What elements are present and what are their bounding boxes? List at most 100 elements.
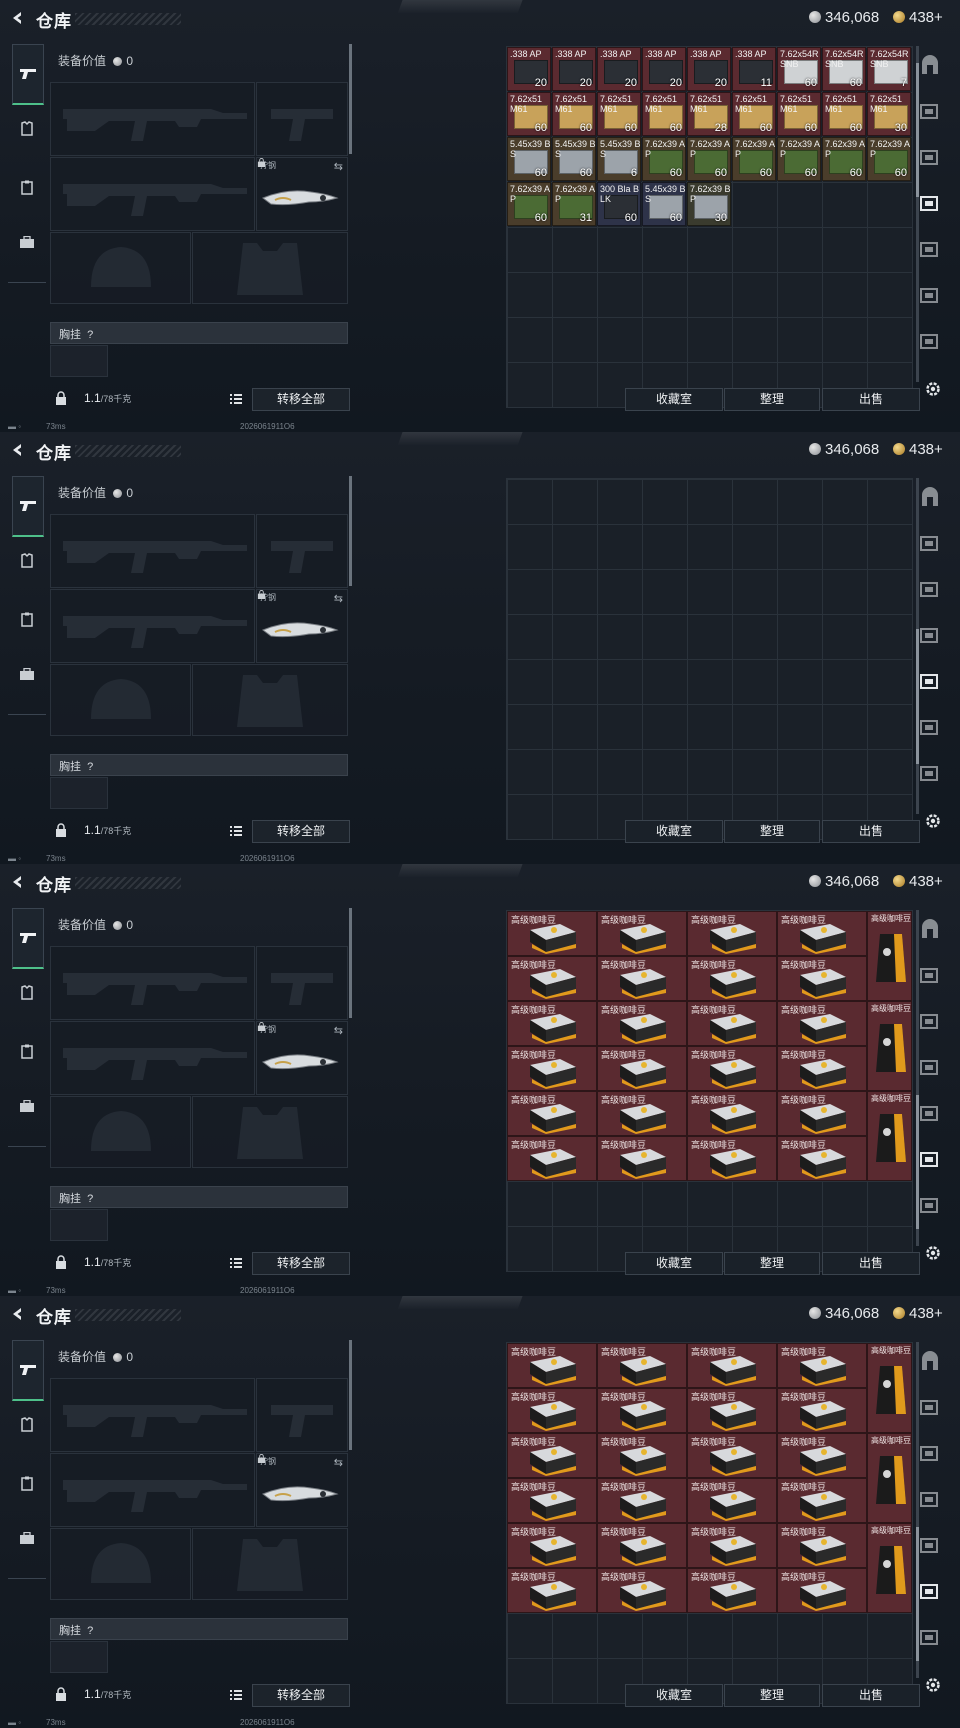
coffee-beans-box-item[interactable]: 高级咖啡豆: [597, 1046, 687, 1091]
add-gold-button[interactable]: +: [934, 441, 943, 458]
tab-tasks[interactable]: [12, 1468, 42, 1498]
coffee-beans-box-item[interactable]: 高级咖啡豆: [597, 1433, 687, 1478]
stash-page-tab-7[interactable]: [919, 1194, 947, 1222]
coffee-beans-bag-item[interactable]: 高级咖啡豆: [867, 1433, 912, 1523]
chest-rig-slot[interactable]: [50, 345, 108, 377]
list-icon[interactable]: [228, 823, 244, 839]
coffee-beans-box-item[interactable]: 高级咖啡豆: [597, 1568, 687, 1613]
coffee-beans-bag-item[interactable]: 高级咖啡豆: [867, 1343, 912, 1433]
tab-weapons[interactable]: [12, 44, 44, 105]
coffee-beans-box-item[interactable]: 高级咖啡豆: [777, 1388, 867, 1433]
coffee-beans-box-item[interactable]: 高级咖啡豆: [777, 1046, 867, 1091]
gold-currency[interactable]: 438+: [893, 1305, 943, 1322]
body-armor-slot[interactable]: [192, 1528, 348, 1600]
stash-grid[interactable]: 高级咖啡豆 高级咖啡豆 高级咖啡豆 高级咖啡豆 高级咖啡豆 高级咖啡豆 高级咖啡…: [506, 1342, 913, 1704]
stash-page-tab-1[interactable]: [919, 486, 947, 514]
tab-weapons[interactable]: [12, 476, 44, 537]
helmet-slot[interactable]: [50, 232, 191, 304]
collection-button[interactable]: 收藏室: [625, 1252, 723, 1275]
stash-page-tab-1[interactable]: [919, 918, 947, 946]
inventory-item[interactable]: 7.62x39 AP 60: [507, 182, 551, 226]
list-icon[interactable]: [228, 391, 244, 407]
coffee-beans-box-item[interactable]: 高级咖啡豆: [507, 1136, 597, 1181]
stash-page-tab-3[interactable]: [919, 1442, 947, 1470]
inventory-item[interactable]: 7.62x39 BP 30: [687, 182, 731, 226]
coffee-beans-bag-item[interactable]: 高级咖啡豆: [867, 1523, 912, 1613]
sort-button[interactable]: 整理: [724, 1252, 820, 1275]
stash-grid[interactable]: .338 AP 20.338 AP 20.338 AP 20.338 AP 20.338…: [506, 46, 913, 408]
helmet-slot[interactable]: [50, 1528, 191, 1600]
coffee-beans-box-item[interactable]: 高级咖啡豆: [507, 956, 597, 1001]
sell-button[interactable]: 出售: [822, 1252, 920, 1275]
stash-page-tab-2[interactable]: [919, 964, 947, 992]
inventory-item[interactable]: 5.45x39 BS 60: [642, 182, 686, 226]
coffee-beans-box-item[interactable]: 高级咖啡豆: [777, 1433, 867, 1478]
back-arrow-icon[interactable]: [9, 874, 25, 890]
coffee-beans-box-item[interactable]: 高级咖啡豆: [777, 1523, 867, 1568]
chest-rig-slot[interactable]: [50, 777, 108, 809]
coffee-beans-box-item[interactable]: 高级咖啡豆: [507, 1001, 597, 1046]
secondary-weapon-slot[interactable]: [50, 157, 255, 231]
coffee-beans-box-item[interactable]: 高级咖啡豆: [687, 1001, 777, 1046]
stash-page-tab-6[interactable]: [919, 1580, 947, 1608]
list-icon[interactable]: [228, 1255, 244, 1271]
coffee-beans-box-item[interactable]: 高级咖啡豆: [687, 1343, 777, 1388]
stash-page-tab-3[interactable]: [919, 146, 947, 174]
coffee-beans-box-item[interactable]: 高级咖啡豆: [507, 1523, 597, 1568]
tab-tasks[interactable]: [12, 1036, 42, 1066]
coffee-beans-box-item[interactable]: 高级咖啡豆: [777, 956, 867, 1001]
inventory-item[interactable]: 7.62x51 M61 60: [732, 92, 776, 136]
tab-tasks[interactable]: [12, 604, 42, 634]
tab-backpack[interactable]: [12, 1523, 42, 1553]
inventory-item[interactable]: 7.62x51 M61 28: [687, 92, 731, 136]
inventory-item[interactable]: 7.62x39 AP 31: [552, 182, 596, 226]
chest-rig-slot[interactable]: [50, 1209, 108, 1241]
melee-slot[interactable]: 拧钢 ⇆: [256, 157, 348, 231]
coffee-beans-box-item[interactable]: 高级咖啡豆: [507, 1478, 597, 1523]
inventory-item[interactable]: 7.62x39 AP 60: [687, 137, 731, 181]
melee-slot[interactable]: 拧钢 ⇆: [256, 1021, 348, 1095]
gear-icon[interactable]: [924, 1676, 942, 1694]
equipment-scrollbar[interactable]: [349, 908, 352, 1018]
inventory-item[interactable]: 7.62x51 M61 60: [777, 92, 821, 136]
inventory-item[interactable]: 7.62x54R SNB 60: [777, 47, 821, 91]
inventory-item[interactable]: 7.62x54R SNB 60: [822, 47, 866, 91]
coffee-beans-box-item[interactable]: 高级咖啡豆: [597, 1388, 687, 1433]
inventory-item[interactable]: 7.62x39 AP 60: [867, 137, 911, 181]
inventory-item[interactable]: 5.45x39 BS 60: [507, 137, 551, 181]
body-armor-slot[interactable]: [192, 664, 348, 736]
add-gold-button[interactable]: +: [934, 873, 943, 890]
coffee-beans-box-item[interactable]: 高级咖啡豆: [687, 911, 777, 956]
pistol-slot[interactable]: [256, 82, 348, 156]
inventory-item[interactable]: 7.62x51 M61 60: [822, 92, 866, 136]
stash-page-tab-2[interactable]: [919, 100, 947, 128]
inventory-item[interactable]: .338 AP 20: [597, 47, 641, 91]
coffee-beans-box-item[interactable]: 高级咖啡豆: [777, 1343, 867, 1388]
stash-page-tab-4[interactable]: [919, 1488, 947, 1516]
inventory-item[interactable]: 5.45x39 BS 60: [552, 137, 596, 181]
primary-weapon-slot[interactable]: [50, 946, 255, 1020]
gold-currency[interactable]: 438+: [893, 9, 943, 26]
sort-button[interactable]: 整理: [724, 820, 820, 843]
coffee-beans-box-item[interactable]: 高级咖啡豆: [597, 956, 687, 1001]
gold-currency[interactable]: 438+: [893, 441, 943, 458]
tab-weapons[interactable]: [12, 908, 44, 969]
coffee-beans-box-item[interactable]: 高级咖啡豆: [687, 1046, 777, 1091]
collection-button[interactable]: 收藏室: [625, 820, 723, 843]
stash-page-tab-7[interactable]: [919, 762, 947, 790]
stash-grid[interactable]: 高级咖啡豆 高级咖啡豆 高级咖啡豆 高级咖啡豆 高级咖啡豆 高级咖啡豆 高级咖啡…: [506, 910, 913, 1272]
inventory-item[interactable]: .338 AP 20: [687, 47, 731, 91]
transfer-all-button[interactable]: 转移全部: [252, 388, 350, 411]
back-arrow-icon[interactable]: [9, 442, 25, 458]
back-arrow-icon[interactable]: [9, 10, 25, 26]
secondary-weapon-slot[interactable]: [50, 1021, 255, 1095]
sell-button[interactable]: 出售: [822, 388, 920, 411]
tab-backpack[interactable]: [12, 227, 42, 257]
inventory-item[interactable]: 7.62x39 AP 60: [732, 137, 776, 181]
secondary-weapon-slot[interactable]: [50, 589, 255, 663]
coffee-beans-box-item[interactable]: 高级咖啡豆: [777, 1568, 867, 1613]
stash-page-tab-5[interactable]: [919, 238, 947, 266]
inventory-item[interactable]: 7.62x39 AP 60: [822, 137, 866, 181]
coffee-beans-box-item[interactable]: 高级咖啡豆: [777, 1001, 867, 1046]
inventory-item[interactable]: 7.62x51 M61 60: [507, 92, 551, 136]
